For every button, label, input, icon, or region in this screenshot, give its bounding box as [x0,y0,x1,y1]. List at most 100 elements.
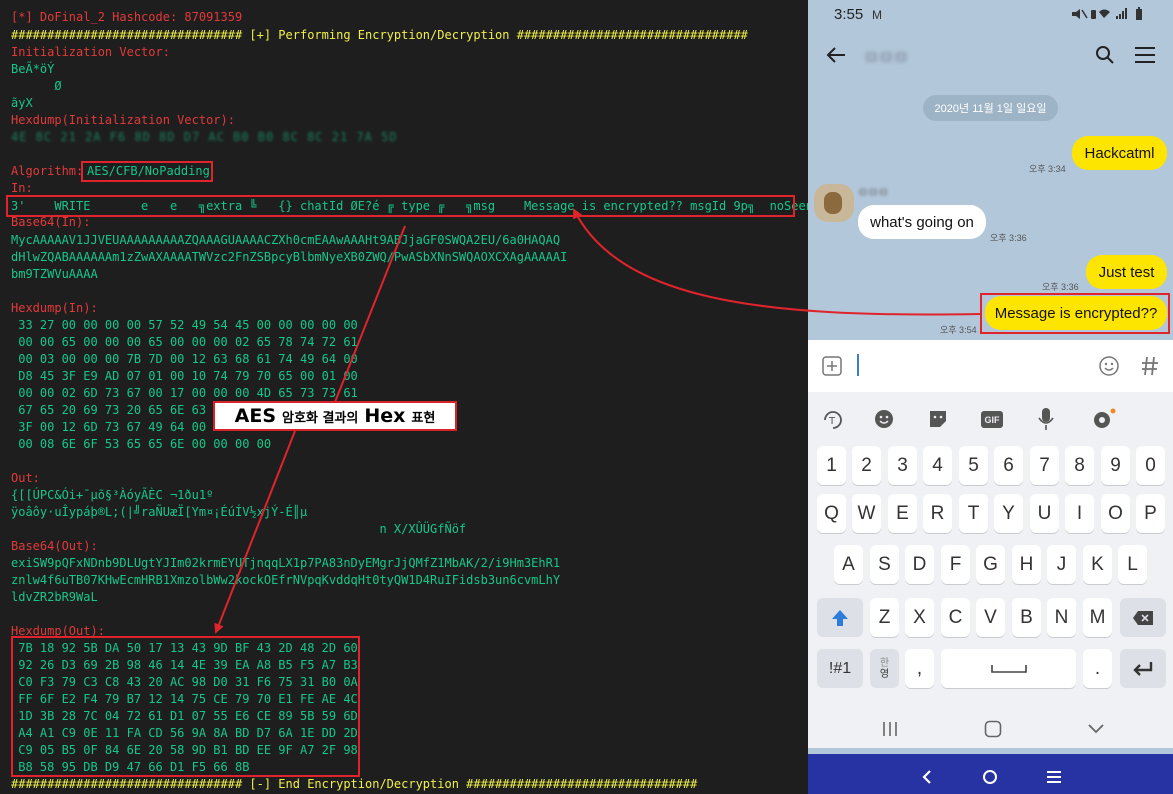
settings-icon[interactable] [1091,407,1117,431]
key-s[interactable]: S [870,545,899,584]
enter-icon [1133,661,1153,676]
key-4[interactable]: 4 [923,446,952,485]
key-d[interactable]: D [905,545,934,584]
status-time: 3:55 [834,6,864,23]
sticker-icon[interactable] [927,408,949,430]
nav-recents-icon[interactable] [1046,770,1062,784]
key-7[interactable]: 7 [1030,446,1059,485]
mute-icon [1072,9,1088,19]
key-e[interactable]: E [888,494,917,533]
key-b[interactable]: B [1012,598,1041,637]
key-1[interactable]: 1 [817,446,846,485]
lang-english: 영 [879,668,890,680]
in-hex-row: 00 08 6E 6F 53 65 65 6E 00 00 00 00 [11,437,272,451]
key-q[interactable]: Q [817,494,846,533]
key-x[interactable]: X [905,598,934,637]
key-m[interactable]: M [1083,598,1112,637]
out-value-line: {[[ÚPC&Ói+¯µõ§³ÀóyÃÈC ¬1ðu1º [11,488,214,502]
callout-text-2: 표현 [411,410,436,426]
message-time: 오후 3:54 [940,325,977,335]
key-g[interactable]: G [976,545,1005,584]
key-6[interactable]: 6 [994,446,1023,485]
comma-key[interactable]: , [905,649,934,688]
key-5[interactable]: 5 [959,446,988,485]
iv-hex-label: Hexdump(Initialization Vector): [11,113,235,127]
mic-icon[interactable] [1037,407,1055,431]
shift-key[interactable] [817,598,863,637]
emoji-icon[interactable] [873,408,895,430]
key-0[interactable]: 0 [1136,446,1165,485]
in-hex-row: 00 00 65 00 00 00 65 00 00 00 02 65 78 7… [11,335,358,349]
out-base64-line: znlw4f6uTB07KHwEcmHRB1XmzolbWw2kockOEfrN… [11,573,561,587]
hashtag-icon[interactable] [1141,355,1159,377]
key-o[interactable]: O [1101,494,1130,533]
menu-icon[interactable] [1134,46,1156,64]
period-key[interactable]: . [1083,649,1112,688]
message-bubble-sent[interactable]: Hackcatml [1072,136,1167,170]
gif-button[interactable]: GIF [981,411,1003,428]
translate-icon[interactable]: T [821,408,845,432]
key-a[interactable]: A [834,545,863,584]
signal-icon [1116,8,1127,19]
encrypted-message-highlight-box [980,293,1170,334]
key-k[interactable]: K [1083,545,1112,584]
key-9[interactable]: 9 [1101,446,1130,485]
backspace-key[interactable] [1120,598,1166,637]
out-base64-line: exiSW9pQFxNDnb9DLUgtYJIm02krmEYUTjnqqLX1… [11,556,561,570]
language-switch-key[interactable]: 한 영 [870,649,899,688]
message-bubble-received[interactable]: what's going on [858,205,986,239]
keyboard-hide-icon[interactable] [1088,724,1104,734]
in-hex-row: 00 03 00 00 00 7B 7D 00 12 63 68 61 74 4… [11,352,358,366]
nav-home-icon[interactable] [982,769,998,785]
key-2[interactable]: 2 [852,446,881,485]
key-f[interactable]: F [941,545,970,584]
key-h[interactable]: H [1012,545,1041,584]
enter-key[interactable] [1120,649,1166,688]
key-n[interactable]: N [1047,598,1076,637]
key-l[interactable]: L [1118,545,1147,584]
symbols-key[interactable]: !#1 [817,649,863,688]
key-v[interactable]: V [976,598,1005,637]
key-w[interactable]: W [852,494,881,533]
gmail-icon: M [872,8,882,22]
back-arrow-icon[interactable] [826,46,846,64]
callout-text: 암호화 결과의 [282,410,359,426]
emoticon-icon[interactable] [1098,355,1120,377]
iv-hex-redacted: 4E 8C 21 2A F6 8D 8D D7 AC B0 B0 8C 8C 2… [11,130,398,144]
key-u[interactable]: U [1030,494,1059,533]
key-j[interactable]: J [1047,545,1076,584]
home-icon[interactable] [984,720,1002,738]
key-3[interactable]: 3 [888,446,917,485]
in-base64-line: dHlwZQABAAAAAAm1zZwAXAAAATWVzc2FnZSBpcyB… [11,250,568,264]
nav-back-icon[interactable] [922,770,932,784]
search-icon[interactable] [1095,45,1115,65]
key-r[interactable]: R [923,494,952,533]
key-z[interactable]: Z [870,598,899,637]
message-time: 오후 3:34 [1029,164,1066,174]
out-hex-highlight-box [11,636,360,777]
out-label: Out: [11,471,40,485]
key-p[interactable]: P [1136,494,1165,533]
iv-label: Initialization Vector: [11,45,170,59]
in-base64-line: bm9TZWVuAAAA [11,267,98,281]
iv-value-line-2: Ø [11,79,62,93]
out-base64-label: Base64(Out): [11,539,98,553]
avatar[interactable] [814,184,854,222]
message-input[interactable] [855,354,1085,378]
iv-value-line-1: BeÃ*öÝ [11,62,55,76]
space-key[interactable] [941,649,1076,688]
out-base64-line: ldvZR2bR9WaL [11,590,98,604]
message-bubble-sent[interactable]: Just test [1086,255,1167,289]
backspace-icon [1133,610,1153,625]
hashcode-line: [*] DoFinal_2 Hashcode: 87091359 [11,10,243,24]
key-i[interactable]: I [1065,494,1094,533]
recent-apps-icon[interactable] [881,721,899,737]
vibrate-icon [1091,10,1096,19]
message-time: 오후 3:36 [1042,282,1079,292]
key-y[interactable]: Y [994,494,1023,533]
key-t[interactable]: T [959,494,988,533]
key-8[interactable]: 8 [1065,446,1094,485]
key-c[interactable]: C [941,598,970,637]
terminal-window: [*] DoFinal_2 Hashcode: 87091359 #######… [0,0,808,794]
attach-plus-icon[interactable] [822,356,842,376]
